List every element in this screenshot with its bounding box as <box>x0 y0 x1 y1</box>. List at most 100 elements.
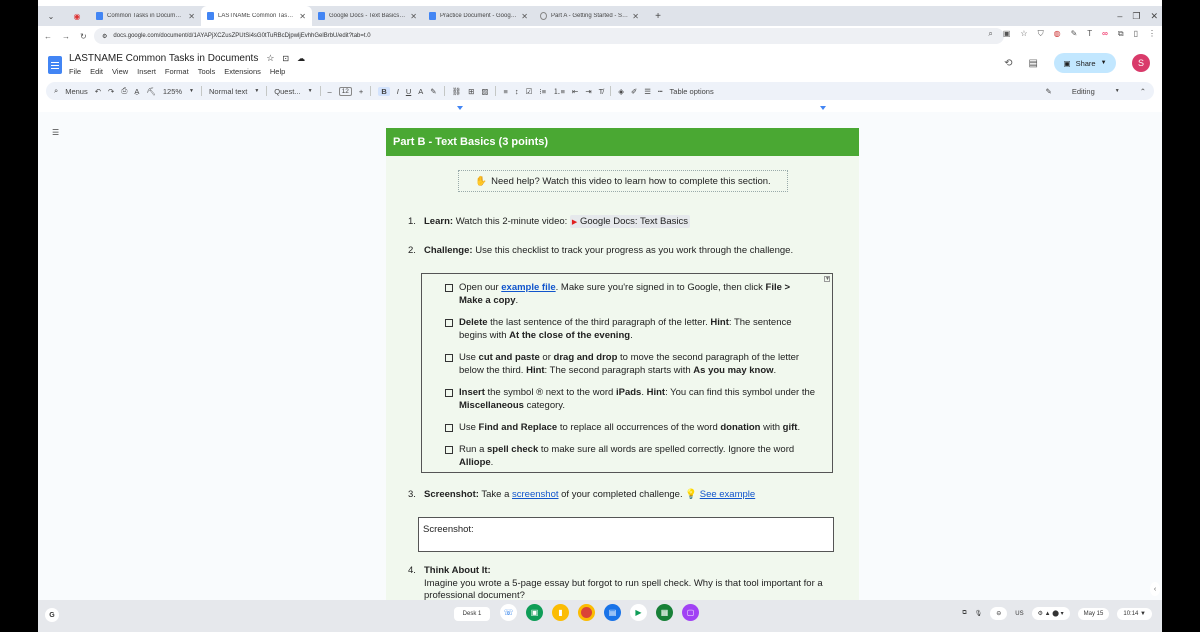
classroom-app-icon[interactable]: ▣ <box>526 604 543 621</box>
checkbox[interactable] <box>445 424 453 432</box>
zoom-select[interactable]: 125% <box>163 87 182 96</box>
comments-icon[interactable]: ▤ <box>1029 58 1038 69</box>
tab-part-a[interactable]: Part A - Getting Started - Screencast ✕ <box>534 6 645 26</box>
highlight-icon[interactable]: ✎ <box>430 87 436 96</box>
screenshot-link[interactable]: screenshot <box>512 489 558 500</box>
underline-icon[interactable]: U <box>406 87 411 96</box>
menu-extensions[interactable]: Extensions <box>224 67 261 76</box>
chrome-app-icon[interactable] <box>578 604 595 621</box>
ruler-indent-marker-right[interactable] <box>820 106 826 110</box>
doc-title[interactable]: LASTNAME Common Tasks in Documents <box>69 53 258 64</box>
checkbox[interactable] <box>445 284 453 292</box>
close-tab-icon[interactable]: ✕ <box>188 12 195 21</box>
checkbox[interactable] <box>445 319 453 327</box>
document-outline-icon[interactable]: ☰ <box>52 128 59 137</box>
example-file-link[interactable]: example file <box>501 282 555 293</box>
forward-icon[interactable]: → <box>62 32 70 41</box>
increase-font-icon[interactable]: + <box>359 87 363 96</box>
increase-indent-icon[interactable]: ⇥ <box>585 87 591 96</box>
table-options-button[interactable]: Table options <box>670 87 714 96</box>
border-dash-icon[interactable]: ┅ <box>658 87 663 96</box>
tab-common-tasks[interactable]: Common Tasks in Documents ✕ <box>90 6 201 26</box>
checklist-icon[interactable]: ☑ <box>526 87 533 96</box>
collapse-toolbar-icon[interactable]: ⌃ <box>1140 87 1146 96</box>
document-page[interactable]: Part B - Text Basics (3 points) ✋ Need h… <box>386 128 859 600</box>
font-select[interactable]: Quest... <box>274 87 300 96</box>
desk-button[interactable]: Desk 1 <box>454 607 490 621</box>
share-dropdown-icon[interactable]: ▼ <box>1101 60 1107 66</box>
italic-icon[interactable]: I <box>397 87 399 96</box>
close-tab-icon[interactable]: ✕ <box>410 12 417 21</box>
tab-lastname-common-tasks[interactable]: LASTNAME Common Tasks in Documents ✕ <box>201 6 312 26</box>
table-scroll-chevron-icon[interactable]: ▼ <box>824 276 830 282</box>
add-comment-icon[interactable]: ⊞ <box>468 87 474 96</box>
minimize-icon[interactable]: – <box>1117 11 1122 21</box>
menu-edit[interactable]: Edit <box>90 67 103 76</box>
cast-icon[interactable]: ▣ <box>1003 29 1011 39</box>
extensions-puzzle-icon[interactable]: ⧉ <box>1118 29 1124 39</box>
line-spacing-icon[interactable]: ↕ <box>515 87 519 96</box>
menu-insert[interactable]: Insert <box>137 67 156 76</box>
play-store-app-icon[interactable]: ▶ <box>630 604 647 621</box>
sheets-app-icon[interactable]: ▦ <box>656 604 673 621</box>
notifications-pill[interactable]: ⊖ <box>990 607 1008 620</box>
tab-search-chevron-icon[interactable]: ⌄ <box>38 6 64 26</box>
menu-view[interactable]: View <box>112 67 128 76</box>
share-button[interactable]: ▣ Share ▼ <box>1054 53 1116 73</box>
extension-shield-icon[interactable]: ⛉ <box>1038 29 1044 39</box>
screencast-app-icon[interactable]: ▢ <box>682 604 699 621</box>
bookmark-star-icon[interactable]: ☆ <box>1020 29 1027 39</box>
close-window-icon[interactable]: ✕ <box>1150 11 1158 22</box>
screenshot-box[interactable]: Screenshot: <box>418 517 834 552</box>
numbered-list-icon[interactable]: ⒈≡ <box>553 86 565 97</box>
align-icon[interactable]: ≡ <box>503 87 507 96</box>
checkbox[interactable] <box>445 354 453 362</box>
screen-capture-icon[interactable]: ⧉ <box>962 610 966 617</box>
side-panel-icon[interactable]: ▯ <box>1134 29 1138 39</box>
site-info-icon[interactable]: ⚙ <box>102 33 107 40</box>
browser-menu-icon[interactable]: ⋮ <box>1148 29 1156 39</box>
editing-mode-pencil-icon[interactable]: ✎ <box>1046 87 1052 96</box>
new-tab-icon[interactable]: + <box>645 6 671 26</box>
close-tab-icon[interactable]: ✕ <box>632 12 639 21</box>
fill-color-icon[interactable]: ◈ <box>618 87 624 96</box>
restore-icon[interactable]: ❐ <box>1132 11 1140 22</box>
status-icons-pill[interactable]: ⚙ ▲ ⬤ ▾ <box>1031 607 1070 620</box>
decrease-indent-icon[interactable]: ⇤ <box>572 87 578 96</box>
checkbox[interactable] <box>445 389 453 397</box>
time-pill[interactable]: 10:14 ▼ <box>1117 607 1152 620</box>
cloud-status-icon[interactable]: ☁ <box>297 54 305 63</box>
docs-logo-icon[interactable] <box>48 56 62 74</box>
video-chip[interactable]: ▶ Google Docs: Text Basics <box>569 215 691 228</box>
redo-icon[interactable]: ↷ <box>108 87 114 96</box>
keep-app-icon[interactable]: ▮ <box>552 604 569 621</box>
side-panel-expand-icon[interactable]: ‹ <box>1150 582 1160 596</box>
microphone-icon[interactable]: 🎙 <box>975 610 983 617</box>
bulleted-list-icon[interactable]: ⁝≡ <box>539 87 546 96</box>
insert-link-icon[interactable]: ⛓ <box>452 87 462 96</box>
extension-text-icon[interactable]: T <box>1087 29 1092 39</box>
undo-icon[interactable]: ↶ <box>95 87 101 96</box>
chevron-down-icon[interactable]: ▼ <box>254 88 259 94</box>
menu-tools[interactable]: Tools <box>198 67 216 76</box>
close-tab-icon[interactable]: ✕ <box>521 12 528 21</box>
print-icon[interactable]: ⎙ <box>121 86 127 96</box>
chevron-down-icon[interactable]: ▼ <box>189 88 194 94</box>
avatar[interactable]: S <box>1132 54 1150 72</box>
tab-practice-document[interactable]: Practice Document - Google Docs ✕ <box>423 6 534 26</box>
zoom-icon[interactable]: ⌕ <box>988 29 992 39</box>
font-size-input[interactable]: 12 <box>338 86 352 96</box>
spellcheck-icon[interactable]: A̱ <box>134 87 139 96</box>
launcher-button[interactable]: G <box>45 608 59 622</box>
back-icon[interactable]: ← <box>44 32 52 41</box>
insert-image-icon[interactable]: ▨ <box>481 87 488 96</box>
menus-label[interactable]: Menus <box>65 87 88 96</box>
files-app-icon[interactable]: ▤ <box>604 604 621 621</box>
see-example-link[interactable]: See example <box>700 489 755 500</box>
extension-link-icon[interactable]: ∞ <box>1102 29 1108 39</box>
date-pill[interactable]: May 15 <box>1077 607 1110 620</box>
decrease-font-icon[interactable]: – <box>328 87 332 96</box>
bold-icon[interactable]: B <box>378 86 390 96</box>
paint-format-icon[interactable]: ⛏ <box>146 87 156 96</box>
clear-formatting-icon[interactable]: T̸ <box>599 87 604 96</box>
